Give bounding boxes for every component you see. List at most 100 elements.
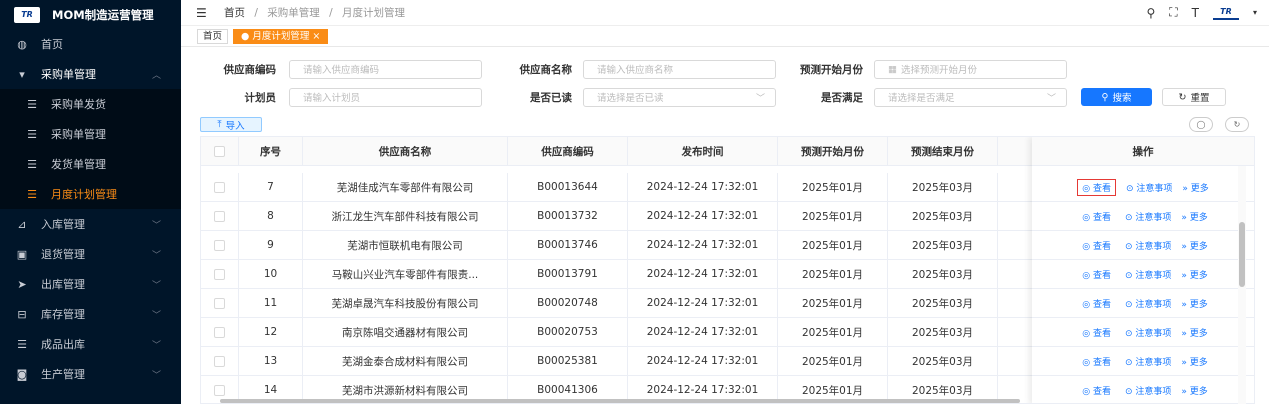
row-checkbox[interactable] [201, 289, 239, 317]
supplier-code-input[interactable]: 请输入供应商编码 [289, 59, 482, 79]
search-button[interactable]: ⚲ 搜索 [1081, 88, 1152, 106]
import-button[interactable]: ⤒ 导入 [200, 117, 262, 132]
sidebar-subitem-2[interactable]: ☰ 发货单管理 [0, 149, 181, 179]
row-checkbox[interactable] [201, 231, 239, 259]
scrollbar-thumb[interactable] [1239, 222, 1245, 287]
chevron-down-icon[interactable]: ▾ [1253, 8, 1257, 17]
sidebar-subitem-label: 采购单发货 [51, 98, 106, 111]
row-checkbox[interactable] [201, 202, 239, 230]
notes-link[interactable]: ⊙ 注意事项 [1125, 210, 1171, 223]
cell-start: 2025年01月 [778, 260, 888, 288]
breadcrumb-separator: / [254, 7, 258, 19]
production-icon: ◙ [16, 367, 28, 381]
row-checkbox[interactable] [201, 260, 239, 288]
breadcrumb-item-purchase[interactable]: 采购单管理 [267, 7, 320, 19]
row-checkbox[interactable] [201, 173, 239, 201]
column-header: 序号 [239, 137, 303, 165]
view-link[interactable]: ◎ 查看 [1078, 325, 1115, 340]
more-link[interactable]: » 更多 [1181, 210, 1207, 223]
search-icon[interactable]: ⚲ [1146, 6, 1155, 20]
supplier-name-input[interactable]: 请输入供应商名称 [583, 59, 776, 79]
row-checkbox[interactable] [201, 347, 239, 375]
more-link[interactable]: » 更多 [1181, 297, 1207, 310]
more-link[interactable]: » 更多 [1181, 326, 1207, 339]
view-link[interactable]: ◎ 查看 [1078, 354, 1115, 369]
cell-end: 2025年03月 [888, 289, 998, 317]
tag-home[interactable]: 首页 [197, 28, 229, 44]
breadcrumb-item-home[interactable]: 首页 [224, 7, 245, 19]
refresh-button[interactable]: ↻ [1225, 117, 1249, 132]
reset-button[interactable]: ↻ 重置 [1162, 88, 1226, 106]
select-all-checkbox[interactable] [201, 137, 239, 165]
inbound-icon: ⊿ [17, 217, 27, 231]
breadcrumb-separator: / [329, 7, 333, 19]
forecast-month-picker[interactable]: ▦ 选择预测开始月份 [874, 59, 1067, 79]
sidebar-item-finished[interactable]: ☰ 成品出库 ﹀ [0, 329, 181, 359]
cell-end: 2025年03月 [888, 231, 998, 259]
search-toggle-button[interactable]: ◯ [1189, 117, 1213, 132]
planner-placeholder: 请输入计划员 [303, 93, 361, 104]
sidebar-item-dashboard[interactable]: ◍ 首页 [0, 29, 181, 59]
more-link-label: 更多 [1189, 386, 1208, 397]
info-icon: ⊙ [1125, 183, 1137, 194]
more-link-label: 更多 [1189, 299, 1208, 310]
more-link[interactable]: » 更多 [1181, 384, 1207, 397]
supplier-code-label: 供应商编码 [223, 63, 277, 76]
eye-icon: ◎ [1082, 299, 1093, 310]
font-size-icon[interactable]: T [1192, 6, 1199, 20]
double-chevron-icon: » [1182, 183, 1191, 194]
notes-link-label: 注意事项 [1135, 386, 1172, 397]
vertical-scrollbar[interactable] [1238, 166, 1246, 404]
cell-name: 芜湖卓晟汽车科技股份有限公司 [303, 289, 508, 317]
more-link[interactable]: » 更多 [1182, 181, 1208, 194]
cell-start: 2025年01月 [778, 231, 888, 259]
view-link[interactable]: ◎ 查看 [1078, 383, 1115, 398]
tag-monthly-plan[interactable]: ● 月度计划管理 × [233, 28, 329, 44]
sidebar-item-production[interactable]: ◙ 生产管理 ﹀ [0, 359, 181, 389]
cell-code: B00025381 [508, 347, 628, 375]
notes-link[interactable]: ⊙ 注意事项 [1125, 297, 1171, 310]
view-link-label: 查看 [1092, 212, 1111, 223]
notes-link[interactable]: ⊙ 注意事项 [1125, 355, 1171, 368]
notes-link[interactable]: ⊙ 注意事项 [1125, 384, 1171, 397]
is-satisfied-select[interactable]: 请选择是否满足 ﹀ [874, 87, 1067, 107]
scrollbar-thumb[interactable] [220, 399, 1020, 403]
info-icon: ⊙ [1124, 212, 1136, 223]
notes-link-label: 注意事项 [1135, 270, 1172, 281]
view-link[interactable]: ◎ 查看 [1078, 296, 1115, 311]
actions-row: ◎ 查看 ⊙ 注意事项 » 更多 [1032, 202, 1254, 231]
more-link[interactable]: » 更多 [1181, 355, 1207, 368]
user-logo-icon[interactable]: TR [1212, 6, 1239, 20]
view-link[interactable]: ◎ 查看 [1078, 209, 1115, 224]
notes-link-label: 注意事项 [1135, 299, 1172, 310]
notes-link[interactable]: ⊙ 注意事项 [1126, 181, 1172, 194]
more-link[interactable]: » 更多 [1181, 239, 1207, 252]
sidebar-subitem-0[interactable]: ☰ 采购单发货 [0, 89, 181, 119]
notes-link[interactable]: ⊙ 注意事项 [1125, 326, 1171, 339]
view-link[interactable]: ◎ 查看 [1077, 178, 1116, 196]
sidebar-subitem-1[interactable]: ☰ 采购单管理 [0, 119, 181, 149]
sidebar-item-inbound[interactable]: ⊿ 入库管理 ﹀ [0, 209, 181, 239]
is-read-select[interactable]: 请选择是否已读 ﹀ [583, 87, 776, 107]
chevron-up-icon: ︿ [151, 70, 161, 81]
planner-input[interactable]: 请输入计划员 [289, 87, 482, 107]
more-link[interactable]: » 更多 [1181, 268, 1207, 281]
view-link[interactable]: ◎ 查看 [1078, 267, 1115, 282]
cell-name: 芜湖市恒联机电有限公司 [303, 231, 508, 259]
horizontal-scrollbar[interactable] [200, 398, 1255, 404]
cell-time: 2024-12-24 17:32:01 [628, 318, 778, 346]
sidebar-item-return[interactable]: ▣ 退货管理 ﹀ [0, 239, 181, 269]
cell-name: 芜湖金泰合成材料有限公司 [303, 347, 508, 375]
sidebar-item-inventory[interactable]: ⊟ 库存管理 ﹀ [0, 299, 181, 329]
notes-link[interactable]: ⊙ 注意事项 [1125, 268, 1171, 281]
sidebar-item-purchase[interactable]: ▾ 采购单管理 ︿ [0, 59, 181, 89]
row-checkbox[interactable] [201, 318, 239, 346]
filter-is-satisfied: 是否满足 请选择是否满足 ﹀ [787, 87, 1067, 107]
sidebar-subitem-3[interactable]: ☰ 月度计划管理 [0, 179, 181, 209]
menu-toggle-icon[interactable]: ☰ [196, 6, 208, 20]
view-link[interactable]: ◎ 查看 [1078, 238, 1115, 253]
notes-link[interactable]: ⊙ 注意事项 [1125, 239, 1171, 252]
cell-time: 2024-12-24 17:32:01 [628, 202, 778, 230]
sidebar-item-outbound[interactable]: ➤ 出库管理 ﹀ [0, 269, 181, 299]
fullscreen-icon[interactable]: ⛶ [1169, 5, 1177, 20]
